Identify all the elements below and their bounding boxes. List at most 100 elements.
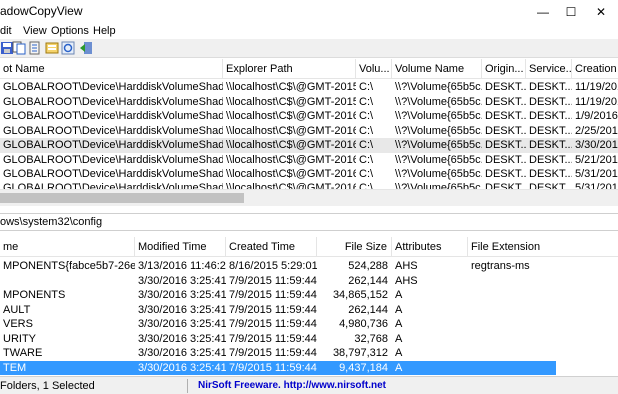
cell-path: \\localhost\C$\@GMT-2016... (226, 139, 356, 151)
cell-volume-name: \\?\Volume{65b5c... (395, 153, 482, 166)
cell-path: \\localhost\C$\@GMT-2016... (226, 153, 356, 166)
copy-icon[interactable] (12, 41, 26, 55)
cell-volume: C:\ (359, 153, 374, 166)
col-created-time[interactable]: Created Time (226, 237, 317, 257)
cell-extension (468, 288, 618, 302)
cell-created: 7/9/2015 11:59:44 ... (229, 289, 317, 301)
cell-filename: TEM (3, 361, 27, 374)
cell-attributes: A (395, 361, 403, 374)
cell-attributes: A (395, 289, 403, 301)
cell-volume-name: \\?\Volume{65b5c... (395, 81, 482, 93)
status-separator (187, 379, 188, 393)
cell-volume: C:\ (359, 81, 374, 93)
cell-created: 7/9/2015 11:59:44 ... (229, 361, 317, 374)
refresh-icon[interactable] (61, 41, 75, 55)
col-file-size[interactable]: File Size (317, 237, 392, 257)
col-shadow-copy-name[interactable]: ot Name (0, 59, 223, 79)
horizontal-scrollbar[interactable] (0, 189, 618, 206)
cell-name: GLOBALROOT\Device\HarddiskVolumeShadowCo… (3, 168, 223, 180)
col-creation-time[interactable]: Creation T (572, 59, 618, 79)
exit-icon[interactable] (79, 41, 93, 55)
cell-filename: URITY (3, 332, 36, 345)
menu-options[interactable]: Options (51, 24, 89, 38)
cell-filename: VERS (3, 318, 33, 330)
table-row[interactable]: GLOBALROOT\Device\HarddiskVolumeShadowCo… (0, 124, 618, 139)
nirsoft-link[interactable]: NirSoft Freeware. http://www.nirsoft.net (198, 380, 386, 391)
cell-extension (468, 361, 556, 375)
title-bar: adowCopyView — ☐ ✕ (0, 0, 618, 24)
col-filename[interactable]: me (0, 237, 135, 257)
current-path: ows\system32\config (0, 216, 103, 228)
cell-path: \\localhost\C$\@GMT-2015... (226, 81, 356, 93)
cell-attributes: AHS (395, 260, 418, 272)
table-row[interactable]: 3/30/2016 3:25:41 ... 7/9/2015 11:59:44 … (0, 274, 618, 289)
maximize-button[interactable]: ☐ (557, 0, 585, 24)
cell-extension (468, 274, 618, 288)
cell-origin: DESKT... (485, 182, 526, 189)
cell-filename: MPONENTS (3, 289, 66, 301)
scrollbar-thumb[interactable] (0, 193, 244, 203)
cell-origin: DESKT... (485, 124, 526, 137)
cell-created: 7/9/2015 11:59:44 ... (229, 274, 317, 287)
cell-extension: regtrans-ms (471, 260, 530, 272)
table-row[interactable]: GLOBALROOT\Device\HarddiskVolumeShadowCo… (0, 167, 618, 182)
col-originating[interactable]: Origin... (482, 59, 526, 79)
copy-file-icon[interactable] (28, 41, 42, 55)
cell-filename (0, 274, 135, 288)
cell-modified: 3/30/2016 3:25:41 ... (138, 318, 226, 330)
table-row[interactable]: VERS 3/30/2016 3:25:41 ... 7/9/2015 11:5… (0, 317, 618, 332)
menu-view[interactable]: View (23, 24, 47, 38)
close-button[interactable]: ✕ (587, 0, 615, 24)
cell-path: \\localhost\C$\@GMT-2015... (226, 95, 356, 108)
table-row[interactable]: URITY 3/30/2016 3:25:41 ... 7/9/2015 11:… (0, 332, 618, 347)
cell-volume-name: \\?\Volume{65b5c... (395, 124, 482, 137)
cell-volume-name: \\?\Volume{65b5c... (395, 139, 482, 151)
cell-size: 262,144 (348, 303, 388, 316)
cell-name: GLOBALROOT\Device\HarddiskVolumeShadowCo… (3, 110, 223, 122)
minimize-button[interactable]: — (529, 0, 557, 24)
cell-filename: AULT (3, 303, 31, 316)
cell-size: 4,980,736 (339, 318, 388, 330)
cell-size: 524,288 (348, 260, 388, 272)
cell-service: DESKT... (529, 168, 572, 180)
cell-creation: 1/9/2016 1 (575, 110, 618, 122)
table-row[interactable]: GLOBALROOT\Device\HarddiskVolumeShadowCo… (0, 95, 618, 110)
menu-edit[interactable]: dit (0, 24, 12, 38)
col-attributes[interactable]: Attributes (392, 237, 468, 257)
col-file-extension[interactable]: File Extension (468, 237, 618, 257)
cell-creation: 11/19/2015 (575, 95, 618, 108)
table-row[interactable]: TWARE 3/30/2016 3:25:41 ... 7/9/2015 11:… (0, 346, 618, 361)
cell-volume-name: \\?\Volume{65b5c... (395, 182, 482, 189)
table-row[interactable]: AULT 3/30/2016 3:25:41 ... 7/9/2015 11:5… (0, 303, 618, 318)
cell-created: 7/9/2015 11:59:44 ... (229, 318, 317, 330)
status-count: Folders, 1 Selected (0, 380, 95, 392)
menu-help[interactable]: Help (93, 24, 116, 38)
cell-creation: 5/31/2016 (575, 168, 618, 180)
properties-icon[interactable] (45, 41, 59, 55)
table-row[interactable]: GLOBALROOT\Device\HarddiskVolumeShadowCo… (0, 80, 618, 95)
col-volume-name[interactable]: Volume Name (392, 59, 482, 79)
table-row-selected[interactable]: TEM 3/30/2016 3:25:41 ... 7/9/2015 11:59… (0, 360, 556, 375)
cell-volume: C:\ (359, 95, 374, 108)
col-service[interactable]: Service... (526, 59, 572, 79)
col-explorer-path[interactable]: Explorer Path (223, 59, 356, 79)
table-row-selected[interactable]: GLOBALROOT\Device\HarddiskVolumeShadowCo… (0, 138, 618, 153)
toolbar (0, 39, 618, 58)
table-row[interactable]: GLOBALROOT\Device\HarddiskVolumeShadowCo… (0, 181, 618, 189)
cell-creation: 2/25/2016 (575, 124, 618, 137)
col-modified-time[interactable]: Modified Time (135, 237, 226, 257)
cell-extension (468, 346, 618, 360)
table-row[interactable]: MPONENTS{fabce5b7-26ee-11e... 3/13/2016 … (0, 259, 618, 274)
table-row[interactable]: MPONENTS 3/30/2016 3:25:41 ... 7/9/2015 … (0, 288, 618, 303)
cell-volume: C:\ (359, 168, 374, 180)
window-title: adowCopyView (0, 4, 83, 18)
cell-creation: 11/19/2015 (575, 81, 618, 93)
table-row[interactable]: GLOBALROOT\Device\HarddiskVolumeShadowCo… (0, 153, 618, 168)
col-volume[interactable]: Volu... (356, 59, 392, 79)
cell-origin: DESKT... (485, 110, 526, 122)
cell-modified: 3/30/2016 3:25:41 ... (138, 274, 226, 287)
cell-service: DESKT... (529, 110, 572, 122)
table-row[interactable]: GLOBALROOT\Device\HarddiskVolumeShadowCo… (0, 109, 618, 124)
cell-attributes: A (395, 303, 403, 316)
files-header: me Modified Time Created Time File Size … (0, 237, 618, 257)
